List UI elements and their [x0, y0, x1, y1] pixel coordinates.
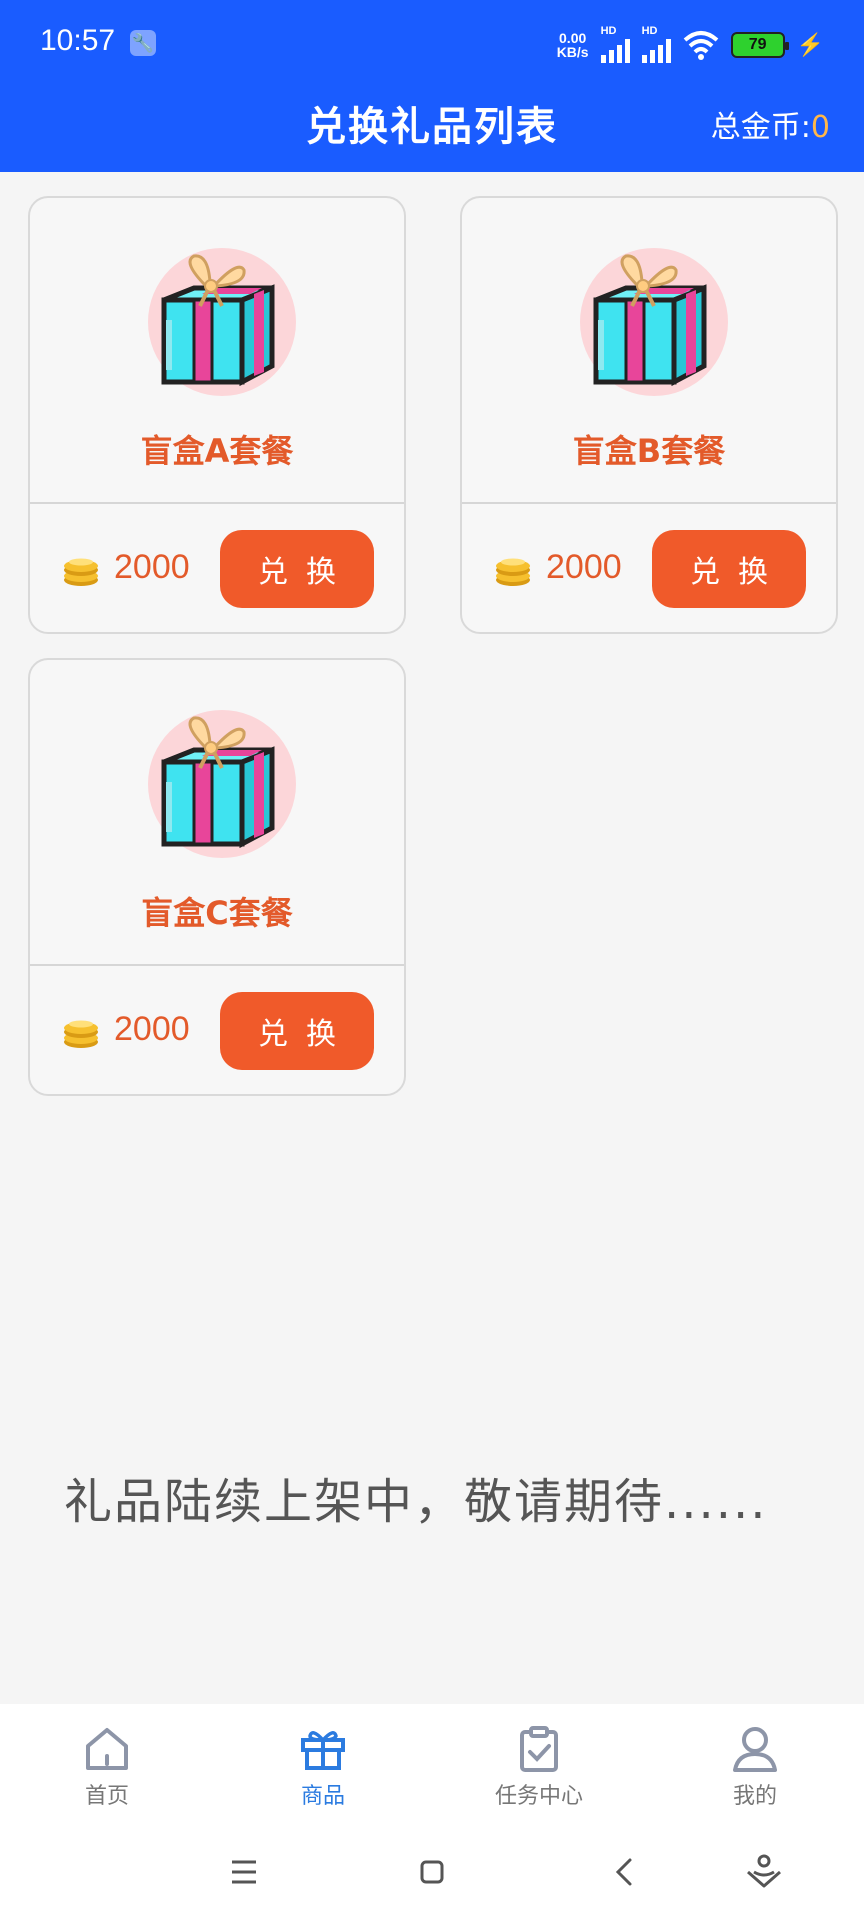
nav-tasks[interactable]: 任务中心 — [474, 1724, 604, 1810]
product-card: 盲盒A套餐 2000 兑换 — [28, 196, 406, 634]
price-row: 2000 兑换 — [462, 504, 836, 632]
total-coins: 总金币:0 — [711, 102, 830, 146]
battery-icon: 79 — [730, 31, 789, 58]
total-coins-value: 0 — [810, 110, 830, 145]
bottom-nav: 首页 商品 任务中心 我的 — [0, 1704, 864, 1816]
product-price: 2000 — [114, 548, 190, 586]
product-price: 2000 — [114, 1010, 190, 1048]
signal-icon: HD — [641, 26, 671, 63]
system-nav-bar — [0, 1816, 864, 1920]
home-square-icon[interactable] — [412, 1852, 452, 1892]
nav-profile[interactable]: 我的 — [690, 1724, 820, 1810]
status-time: 10:57 — [40, 24, 116, 57]
product-name: 盲盒A套餐 — [140, 432, 294, 470]
back-icon[interactable] — [604, 1852, 644, 1892]
net-speed: 0.00 KB/s — [556, 29, 589, 60]
coin-icon — [64, 1020, 98, 1048]
exchange-button[interactable]: 兑换 — [220, 530, 374, 608]
coin-icon — [64, 558, 98, 586]
product-name: 盲盒C套餐 — [141, 894, 293, 932]
exchange-button[interactable]: 兑换 — [652, 530, 806, 608]
product-card: 盲盒C套餐 2000 兑换 — [28, 658, 406, 1096]
wifi-icon — [683, 30, 718, 60]
exchange-button[interactable]: 兑换 — [220, 992, 374, 1070]
signal-icon: HD — [600, 26, 630, 63]
home-icon — [86, 1728, 128, 1770]
nav-products-label: 商品 — [300, 1784, 345, 1809]
gift-box-image — [574, 242, 734, 402]
nav-home[interactable]: 首页 — [42, 1724, 172, 1810]
wrench-icon: 🔧 — [130, 30, 156, 56]
task-icon — [520, 1726, 558, 1772]
status-icons: 0.00 KB/s HD HD 79 ⚡ — [557, 26, 824, 63]
product-name: 盲盒B套餐 — [572, 432, 726, 470]
nav-products[interactable]: 商品 — [258, 1724, 388, 1810]
assistant-icon[interactable] — [744, 1852, 784, 1892]
title-bar: 兑换礼品列表 总金币:0 — [0, 86, 864, 172]
menu-icon[interactable] — [224, 1852, 264, 1892]
coming-soon-notice: 礼品陆续上架中，敬请期待...... — [64, 1474, 768, 1530]
coin-icon — [496, 558, 530, 586]
status-bar: 10:57 🔧 0.00 KB/s HD HD 79 ⚡ — [0, 0, 864, 86]
total-coins-label: 总金币: — [710, 110, 811, 145]
product-price: 2000 — [546, 548, 622, 586]
price-row: 2000 兑换 — [30, 504, 404, 632]
app-header: 10:57 🔧 0.00 KB/s HD HD 79 ⚡ 兑换礼品列表 总金币:… — [0, 0, 864, 172]
product-card: 盲盒B套餐 2000 兑换 — [460, 196, 838, 634]
charging-icon: ⚡ — [796, 31, 824, 57]
gift-box-image — [142, 242, 302, 402]
nav-tasks-label: 任务中心 — [494, 1784, 583, 1809]
nav-home-label: 首页 — [84, 1784, 129, 1809]
price-row: 2000 兑换 — [30, 966, 404, 1094]
nav-profile-label: 我的 — [732, 1784, 777, 1809]
user-icon — [733, 1727, 777, 1772]
gift-icon — [301, 1731, 345, 1770]
gift-box-image — [142, 704, 302, 864]
